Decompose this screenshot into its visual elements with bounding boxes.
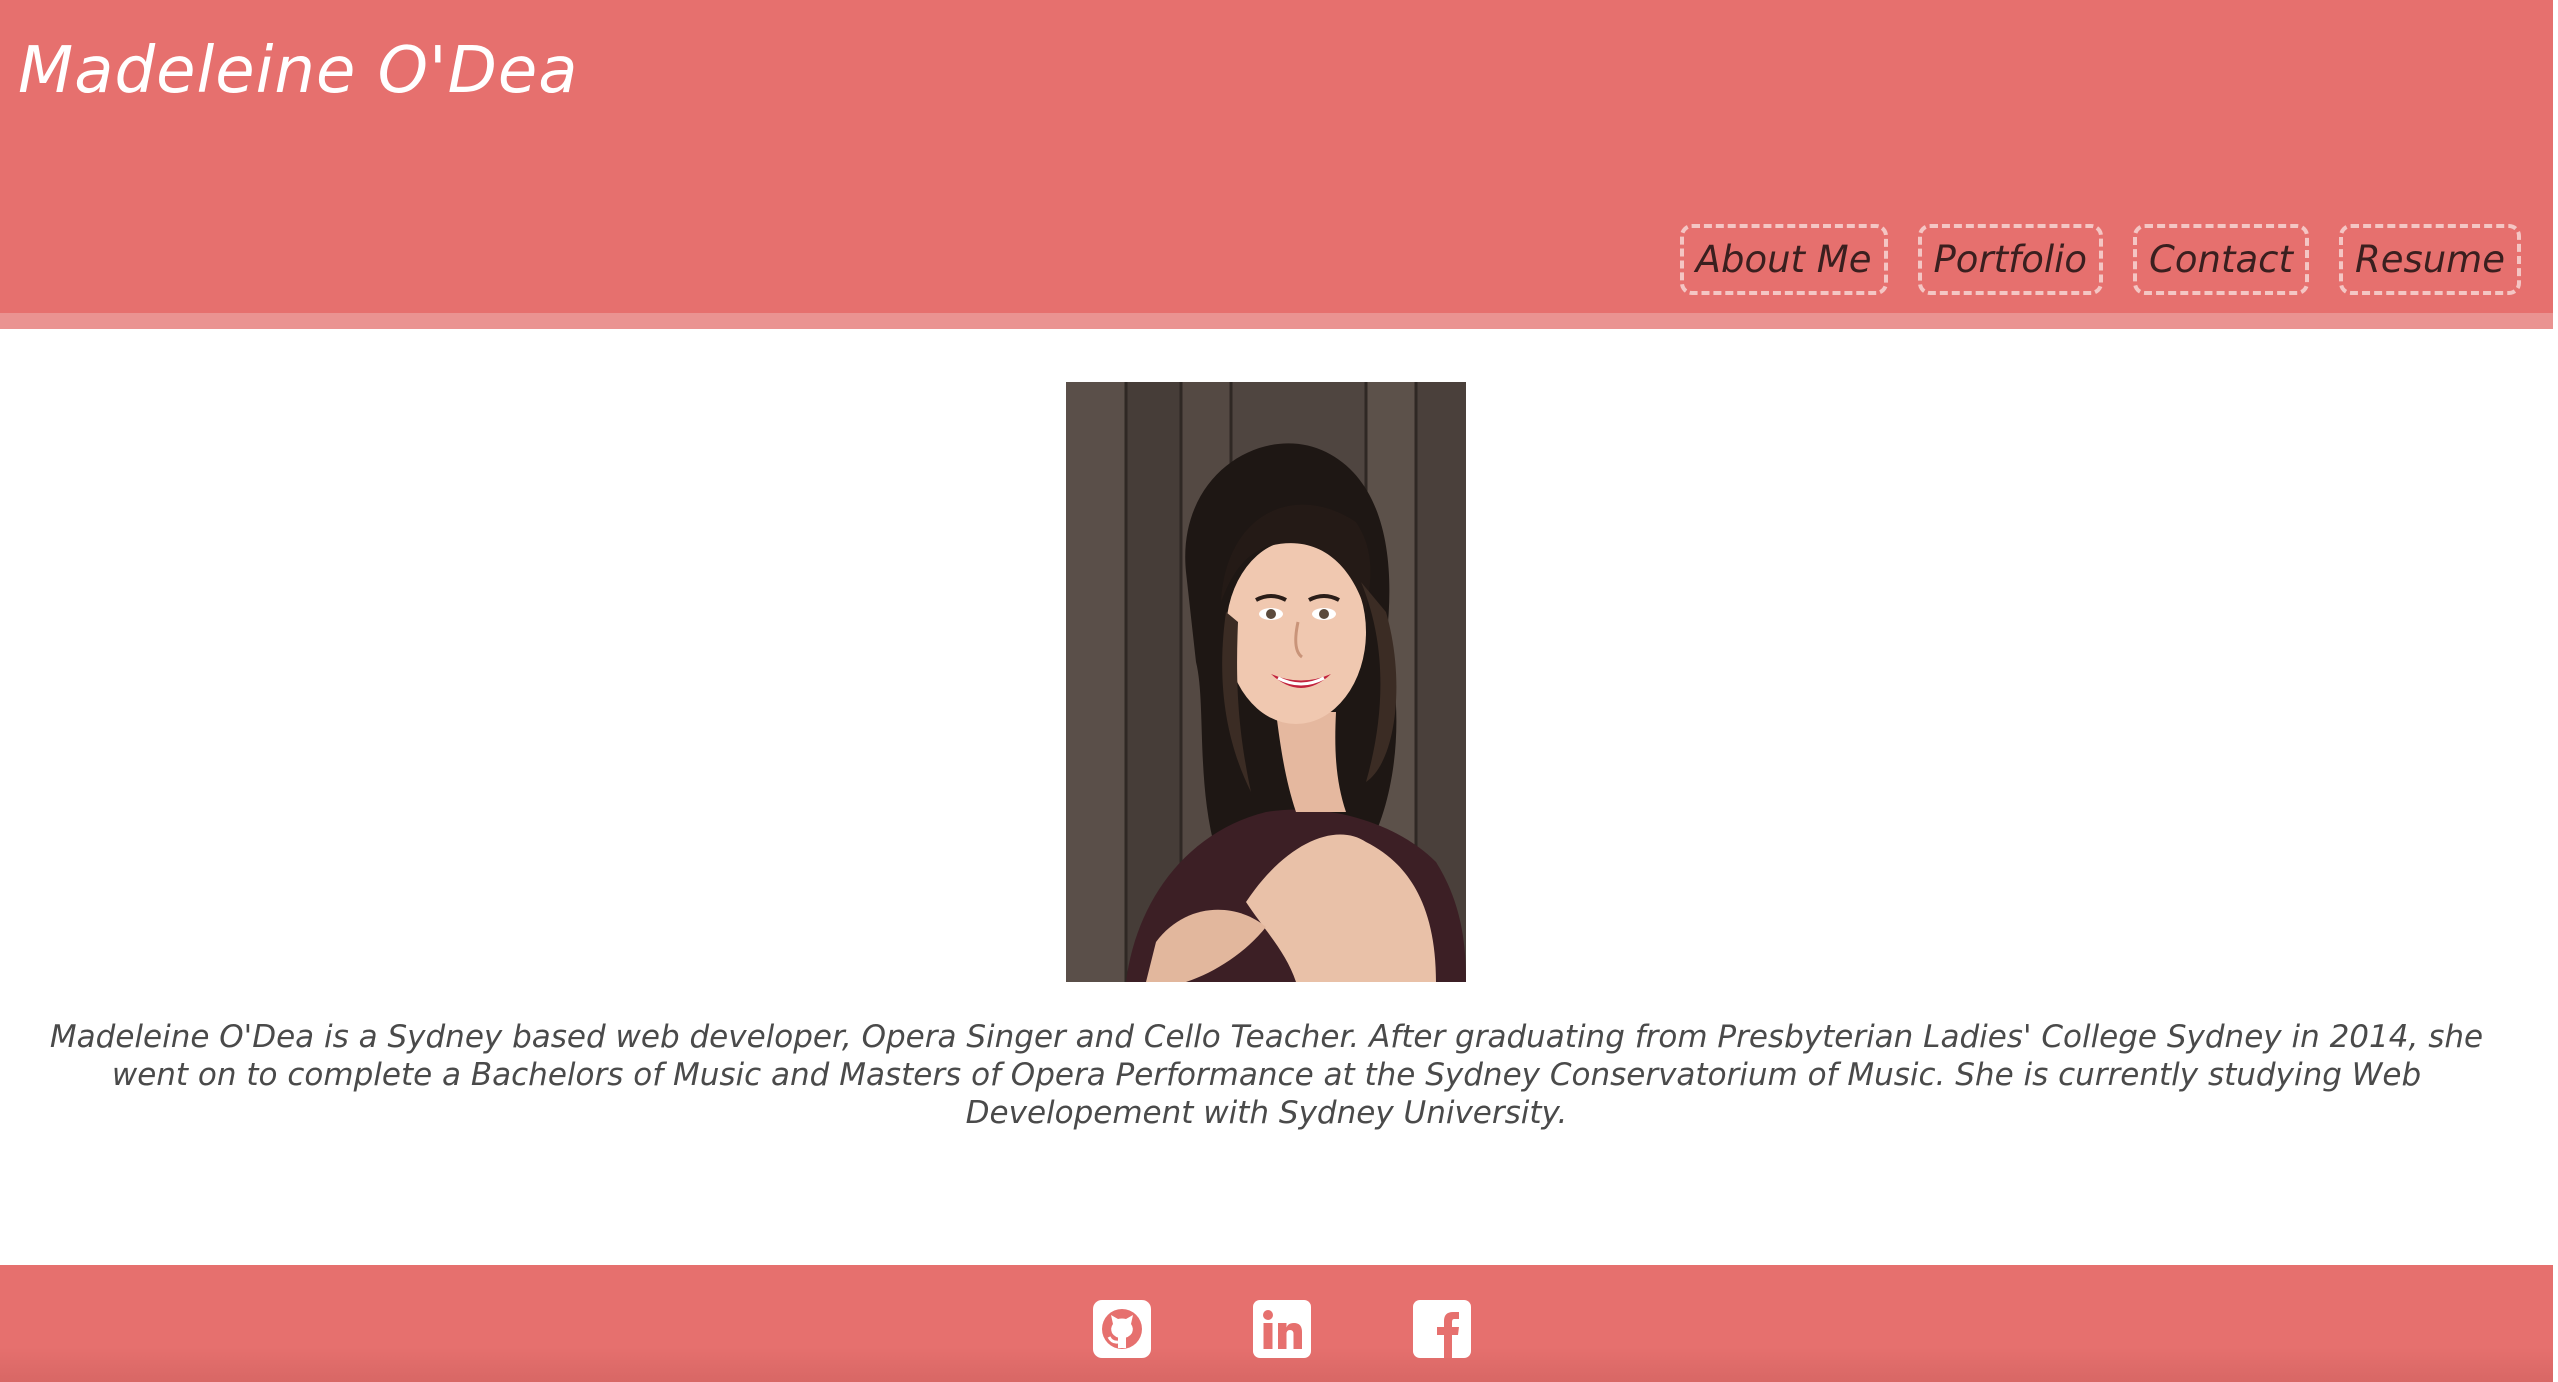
site-header: Madeleine O'Dea About Me Portfolio Conta… — [0, 0, 2553, 313]
nav-link-contact[interactable]: Contact — [2133, 224, 2309, 295]
site-title: Madeleine O'Dea — [18, 34, 579, 108]
linkedin-link[interactable] — [1253, 1300, 1311, 1358]
linkedin-icon — [1253, 1300, 1311, 1358]
main-nav: About Me Portfolio Contact Resume — [1679, 224, 2521, 295]
bio-text: Madeleine O'Dea is a Sydney based web de… — [49, 1019, 2484, 1131]
header-divider — [0, 313, 2553, 329]
page: Madeleine O'Dea About Me Portfolio Conta… — [0, 0, 2558, 1382]
nav-link-portfolio[interactable]: Portfolio — [1917, 224, 2104, 295]
github-icon — [1093, 1300, 1151, 1358]
nav-link-about-me[interactable]: About Me — [1679, 224, 1888, 295]
facebook-icon — [1413, 1300, 1471, 1358]
facebook-link[interactable] — [1413, 1300, 1471, 1358]
github-link[interactable] — [1093, 1300, 1151, 1358]
profile-photo — [1066, 382, 1466, 982]
nav-link-resume[interactable]: Resume — [2338, 224, 2521, 295]
